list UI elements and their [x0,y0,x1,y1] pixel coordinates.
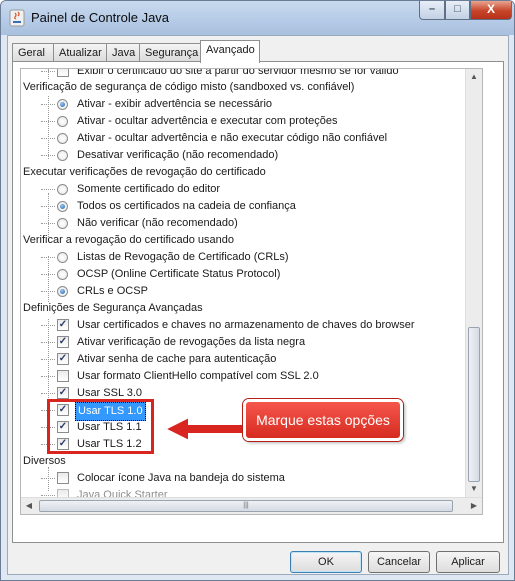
apply-button[interactable]: Aplicar [436,551,500,573]
group-seguranca-avancada: Definições de Segurança Avançadas [23,302,203,314]
group-diversos: Diversos [23,455,66,467]
callout-bubble: Marque estas opções [243,399,403,441]
window-title: Painel de Controle Java [31,10,170,25]
scroll-right-icon[interactable]: ▶ [466,498,482,514]
group-verificar-revogacao: Verificar a revogação do certificado usa… [23,234,234,246]
tls-highlight-box [47,399,154,454]
minimize-button[interactable]: – [419,1,445,20]
ok-button[interactable]: OK [290,551,362,573]
close-button[interactable]: X [470,1,512,20]
advanced-panel: Exibir o certificado do site a partir do… [12,61,504,543]
scroll-left-icon[interactable]: ◀ [21,498,37,514]
vertical-scroll-thumb[interactable] [468,327,480,482]
tab-avancado[interactable]: Avançado [200,40,260,63]
checkbox[interactable] [57,69,69,77]
dialog-body: Geral Atualizar Java Segurança Avançado … [7,35,509,575]
tab-java[interactable]: Java [106,43,140,61]
java-icon [9,9,25,27]
java-control-panel-window: Painel de Controle Java – □ X Geral Atua… [0,0,515,581]
group-revogacao: Executar verificações de revogação do ce… [23,166,266,178]
maximize-button[interactable]: □ [445,1,470,20]
tab-geral[interactable]: Geral [12,43,54,61]
tab-seguranca[interactable]: Segurança [139,43,201,61]
settings-tree: Exibir o certificado do site a partir do… [20,68,483,515]
tab-atualizar[interactable]: Atualizar [53,43,107,61]
horizontal-scrollbar[interactable]: ◀ ||| ▶ [21,497,482,514]
vertical-scrollbar[interactable]: ▲ ▼ [465,69,482,497]
horizontal-scroll-thumb[interactable]: ||| [39,500,453,512]
title-bar[interactable]: Painel de Controle Java – □ X [1,1,514,35]
scroll-down-icon[interactable]: ▼ [466,481,482,497]
pointer-arrow-icon [162,415,246,443]
group-codigo-misto: Verificação de segurança de código misto… [23,81,355,93]
scroll-up-icon[interactable]: ▲ [466,69,482,85]
cancel-button[interactable]: Cancelar [368,551,430,573]
